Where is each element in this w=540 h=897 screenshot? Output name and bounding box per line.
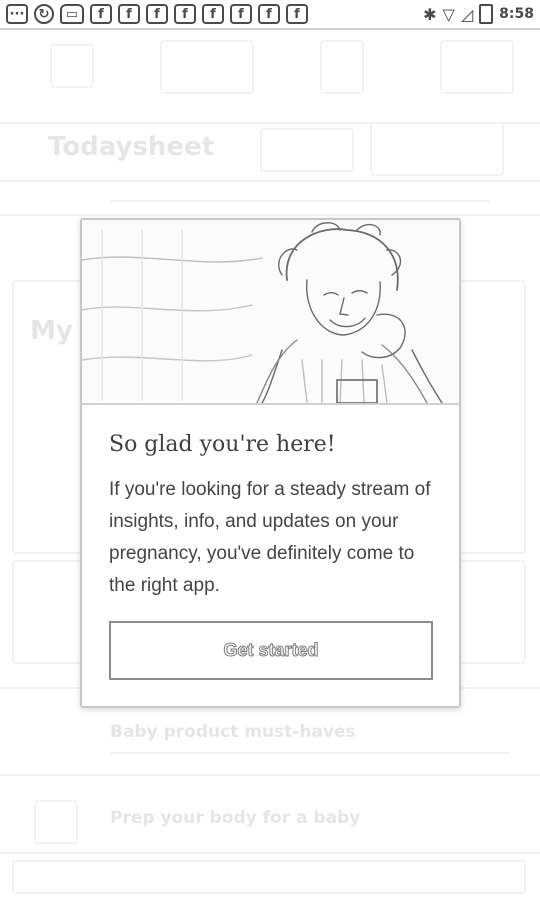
woman-smiling-illustration xyxy=(82,222,443,403)
dialog-body: If you're looking for a steady stream of… xyxy=(109,479,431,596)
get-started-button[interactable]: Get started xyxy=(109,621,433,680)
message-icon: ··· xyxy=(6,4,28,24)
hero-illustration xyxy=(82,220,459,405)
facebook-icon: f xyxy=(202,4,224,24)
facebook-icon: f xyxy=(146,4,168,24)
bluetooth-icon: ✱ xyxy=(423,4,437,24)
car-icon: ▭ xyxy=(60,4,84,24)
facebook-icon: f xyxy=(230,4,252,24)
welcome-dialog: So glad you're here! If you're looking f… xyxy=(80,218,461,708)
notification-icons: ··· ↻ ▭ f f f f f f f f xyxy=(6,4,308,24)
system-icons: ✱ ▽ ◿ 8:58 xyxy=(423,4,534,24)
clock: 8:58 xyxy=(499,6,534,22)
facebook-icon: f xyxy=(118,4,140,24)
facebook-icon: f xyxy=(174,4,196,24)
sync-icon: ↻ xyxy=(34,4,54,24)
battery-icon xyxy=(479,4,494,24)
status-bar: ··· ↻ ▭ f f f f f f f f ✱ ▽ ◿ 8:58 xyxy=(0,0,540,30)
wifi-icon: ▽ xyxy=(442,4,455,24)
facebook-icon: f xyxy=(90,4,112,24)
signal-icon: ◿ xyxy=(460,4,474,24)
facebook-icon: f xyxy=(286,4,308,24)
dialog-title: So glad you're here! xyxy=(109,432,336,457)
facebook-icon: f xyxy=(258,4,280,24)
